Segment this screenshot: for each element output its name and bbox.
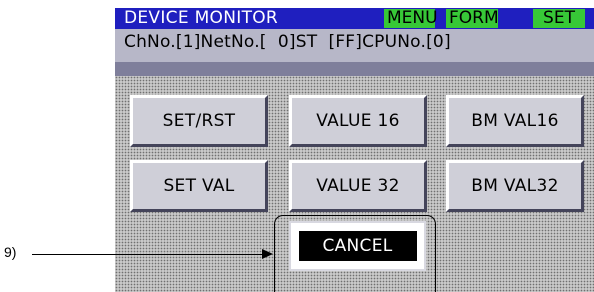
menu-button[interactable]: MENU (384, 9, 438, 28)
bm-val16-button[interactable]: BM VAL16 (446, 95, 584, 147)
form-button[interactable]: FORM (446, 9, 499, 28)
set-button[interactable]: SET (533, 9, 585, 28)
title-bar: DEVICE MONITOR MENU FORM SET (115, 8, 594, 29)
screen-title: DEVICE MONITOR (124, 8, 279, 28)
callout-highlight-frame (274, 215, 436, 292)
set-val-button[interactable]: SET VAL (130, 160, 268, 212)
callout-arrow-icon (262, 249, 273, 259)
callout-line (32, 254, 264, 255)
status-bar: ChNo.[1]NetNo.[ 0]ST [FF]CPUNo.[0] (115, 29, 594, 62)
status-text: ChNo.[1]NetNo.[ 0]ST [FF]CPUNo.[0] (124, 32, 451, 52)
callout-label: 9) (4, 244, 17, 260)
bm-val32-button[interactable]: BM VAL32 (446, 160, 584, 212)
value16-button[interactable]: VALUE 16 (289, 95, 427, 147)
value32-button[interactable]: VALUE 32 (289, 160, 427, 212)
set-rst-button[interactable]: SET/RST (130, 95, 268, 147)
